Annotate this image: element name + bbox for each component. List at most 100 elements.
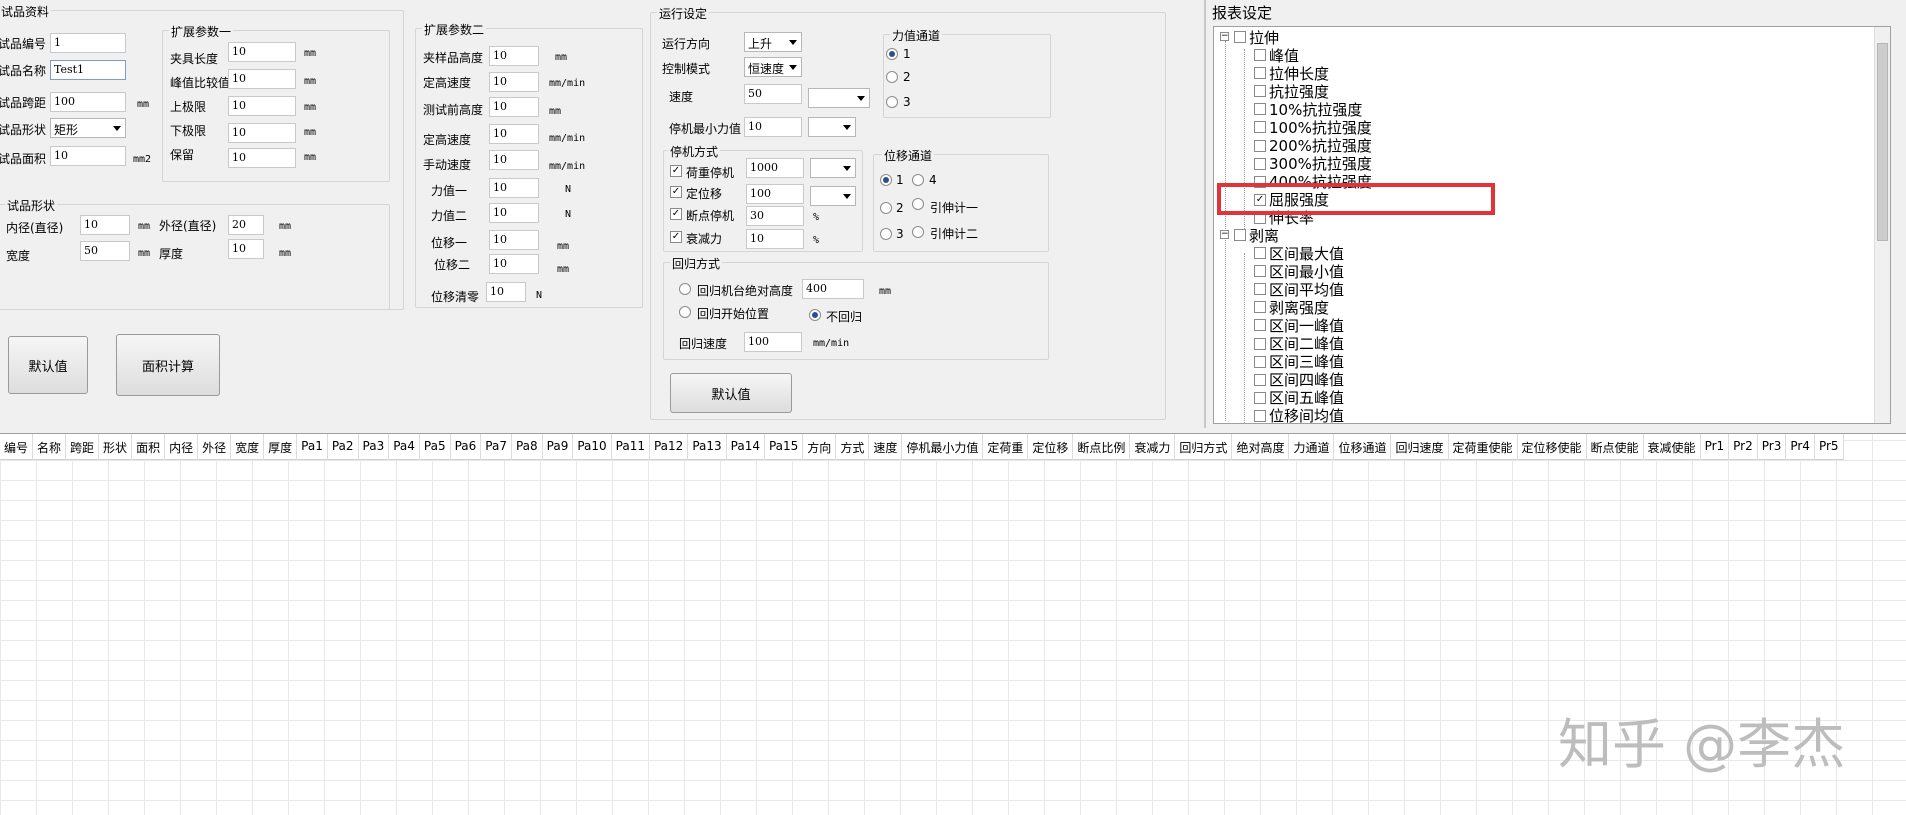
grid-column-header[interactable]: Pa7 bbox=[481, 434, 512, 460]
tree-checkbox[interactable] bbox=[1254, 67, 1266, 80]
grid-column-header[interactable]: 力通道 bbox=[1289, 434, 1335, 460]
specimen-span-input[interactable]: 100 bbox=[50, 92, 126, 112]
grid-column-header[interactable]: Pr3 bbox=[1758, 434, 1787, 460]
ext2-input-8[interactable]: 10 bbox=[489, 254, 539, 274]
area-calc-button[interactable]: 面积计算 bbox=[116, 334, 220, 396]
grid-column-header[interactable]: 厚度 bbox=[264, 434, 298, 460]
collapse-icon[interactable]: − bbox=[1220, 230, 1229, 239]
grid-column-header[interactable]: 方向 bbox=[803, 434, 837, 460]
ext2-input-2[interactable]: 10 bbox=[489, 97, 539, 117]
ext2-input-4[interactable]: 10 bbox=[489, 150, 539, 170]
grid-column-header[interactable]: Pa12 bbox=[650, 434, 689, 460]
grid-column-header[interactable]: 跨距 bbox=[66, 434, 100, 460]
grid-column-header[interactable]: 形状 bbox=[99, 434, 133, 460]
report-tree[interactable]: − 拉伸 峰值 拉伸长度 抗拉强度 10%抗拉强度 100%抗拉强度 200%抗拉强度 30… bbox=[1213, 26, 1891, 424]
disp-channel-3-radio[interactable] bbox=[880, 228, 892, 240]
stop-decay-checkbox[interactable]: ✓ bbox=[670, 231, 682, 243]
tree-scrollbar[interactable] bbox=[1874, 27, 1890, 423]
grid-column-header[interactable]: Pa14 bbox=[727, 434, 765, 460]
disp-channel-ext1-radio[interactable] bbox=[912, 198, 924, 210]
ext1-input-2[interactable]: 10 bbox=[228, 96, 296, 116]
stop-break-checkbox[interactable]: ✓ bbox=[670, 208, 682, 220]
grid-column-header[interactable]: 定位移使能 bbox=[1518, 434, 1587, 460]
ext1-input-4[interactable]: 10 bbox=[228, 148, 296, 168]
ext2-input-9[interactable]: 10 bbox=[486, 282, 526, 302]
tree-checkbox[interactable] bbox=[1254, 319, 1266, 332]
tree-checkbox[interactable] bbox=[1234, 229, 1246, 241]
ext2-input-7[interactable]: 10 bbox=[489, 230, 539, 250]
tree-checkbox[interactable] bbox=[1254, 121, 1266, 134]
tree-checkbox[interactable] bbox=[1254, 103, 1266, 116]
peel-item[interactable]: 区间平均值 bbox=[1254, 280, 1344, 299]
stop-load-input[interactable]: 1000 bbox=[746, 158, 804, 178]
specimen-shape-select[interactable]: 矩形 bbox=[50, 118, 126, 138]
tree-checkbox[interactable] bbox=[1234, 31, 1246, 43]
tensile-item[interactable]: 300%抗拉强度 bbox=[1254, 155, 1372, 173]
grid-column-header[interactable]: Pa8 bbox=[512, 434, 543, 460]
shape-outer-input[interactable]: 20 bbox=[228, 215, 264, 235]
tree-node-peel[interactable]: 剥离 bbox=[1234, 226, 1279, 245]
grid-column-header[interactable]: Pa1 bbox=[297, 434, 328, 460]
grid-column-header[interactable]: 断点使能 bbox=[1587, 434, 1644, 460]
grid-column-header[interactable]: 外径 bbox=[198, 434, 232, 460]
return-start-radio[interactable] bbox=[679, 306, 691, 318]
grid-column-header[interactable]: 位移通道 bbox=[1334, 434, 1392, 460]
stop-load-checkbox[interactable]: ✓ bbox=[670, 165, 682, 177]
disp-channel-4-radio[interactable] bbox=[912, 174, 924, 186]
grid-column-header[interactable]: 内径 bbox=[165, 434, 199, 460]
tree-checkbox[interactable] bbox=[1254, 337, 1266, 350]
specimen-area-input[interactable]: 10 bbox=[50, 146, 126, 166]
peel-item[interactable]: 区间最小值 bbox=[1254, 262, 1344, 281]
grid-column-header[interactable]: Pa15 bbox=[765, 434, 804, 460]
tensile-item[interactable]: 峰值 bbox=[1254, 46, 1299, 65]
tree-checkbox[interactable] bbox=[1254, 139, 1266, 152]
grid-column-header[interactable]: Pa5 bbox=[420, 434, 451, 460]
shape-width-input[interactable]: 50 bbox=[80, 241, 130, 261]
force-channel-2-radio[interactable] bbox=[886, 71, 898, 83]
grid-column-header[interactable]: Pr1 bbox=[1701, 434, 1730, 460]
grid-column-header[interactable]: 定荷重使能 bbox=[1449, 434, 1518, 460]
grid-column-header[interactable]: 绝对高度 bbox=[1232, 434, 1290, 460]
grid-column-header[interactable]: 名称 bbox=[33, 434, 67, 460]
shape-inner-input[interactable]: 10 bbox=[80, 215, 130, 235]
force-channel-1-radio[interactable] bbox=[886, 48, 898, 60]
stop-disp-unit-select[interactable] bbox=[810, 186, 856, 206]
grid-column-header[interactable]: Pa9 bbox=[543, 434, 574, 460]
grid-column-header[interactable]: Pa4 bbox=[389, 434, 420, 460]
disp-channel-ext2-radio[interactable] bbox=[912, 226, 924, 238]
tree-checkbox[interactable] bbox=[1254, 247, 1266, 259]
return-none-radio[interactable] bbox=[809, 309, 821, 321]
peel-item[interactable]: 区间最大值 bbox=[1254, 244, 1344, 263]
grid-column-header[interactable]: 定荷重 bbox=[983, 434, 1029, 460]
ext1-input-0[interactable]: 10 bbox=[228, 42, 296, 62]
tree-checkbox[interactable] bbox=[1254, 85, 1266, 98]
run-minforce-input[interactable]: 10 bbox=[744, 117, 802, 137]
grid-column-header[interactable]: Pr2 bbox=[1729, 434, 1758, 460]
grid-column-header[interactable]: Pr4 bbox=[1786, 434, 1815, 460]
grid-column-header[interactable]: 编号 bbox=[0, 434, 34, 460]
tree-checkbox[interactable] bbox=[1254, 49, 1266, 61]
stop-disp-input[interactable]: 100 bbox=[746, 184, 804, 204]
grid-column-header[interactable]: Pr5 bbox=[1815, 434, 1844, 460]
tree-checkbox[interactable] bbox=[1254, 301, 1266, 314]
specimen-id-input[interactable]: 1 bbox=[50, 33, 126, 53]
run-speed-unit-select[interactable] bbox=[808, 88, 870, 108]
tensile-item[interactable]: 10%抗拉强度 bbox=[1254, 100, 1362, 119]
grid-column-header[interactable]: Pa11 bbox=[612, 434, 650, 460]
grid-column-header[interactable]: Pa13 bbox=[688, 434, 727, 460]
grid-column-header[interactable]: Pa6 bbox=[451, 434, 482, 460]
grid-column-header[interactable]: 方式 bbox=[836, 434, 870, 460]
stop-load-unit-select[interactable] bbox=[810, 158, 856, 178]
ext2-input-0[interactable]: 10 bbox=[489, 46, 539, 66]
tensile-item[interactable]: 200%抗拉强度 bbox=[1254, 137, 1372, 155]
return-abs-input[interactable]: 400 bbox=[802, 279, 864, 299]
specimen-name-input[interactable]: Test1 bbox=[50, 60, 126, 80]
scrollbar-thumb[interactable] bbox=[1877, 43, 1888, 241]
stop-break-input[interactable]: 30 bbox=[746, 206, 804, 226]
tree-checkbox[interactable] bbox=[1254, 373, 1266, 386]
tree-checkbox[interactable] bbox=[1254, 409, 1266, 422]
grid-column-header[interactable]: 停机最小力值 bbox=[902, 434, 984, 460]
peel-item[interactable]: 剥离强度 bbox=[1254, 298, 1329, 317]
tensile-item[interactable]: 抗拉强度 bbox=[1254, 82, 1329, 101]
run-dir-select[interactable]: 上升 bbox=[744, 32, 802, 52]
